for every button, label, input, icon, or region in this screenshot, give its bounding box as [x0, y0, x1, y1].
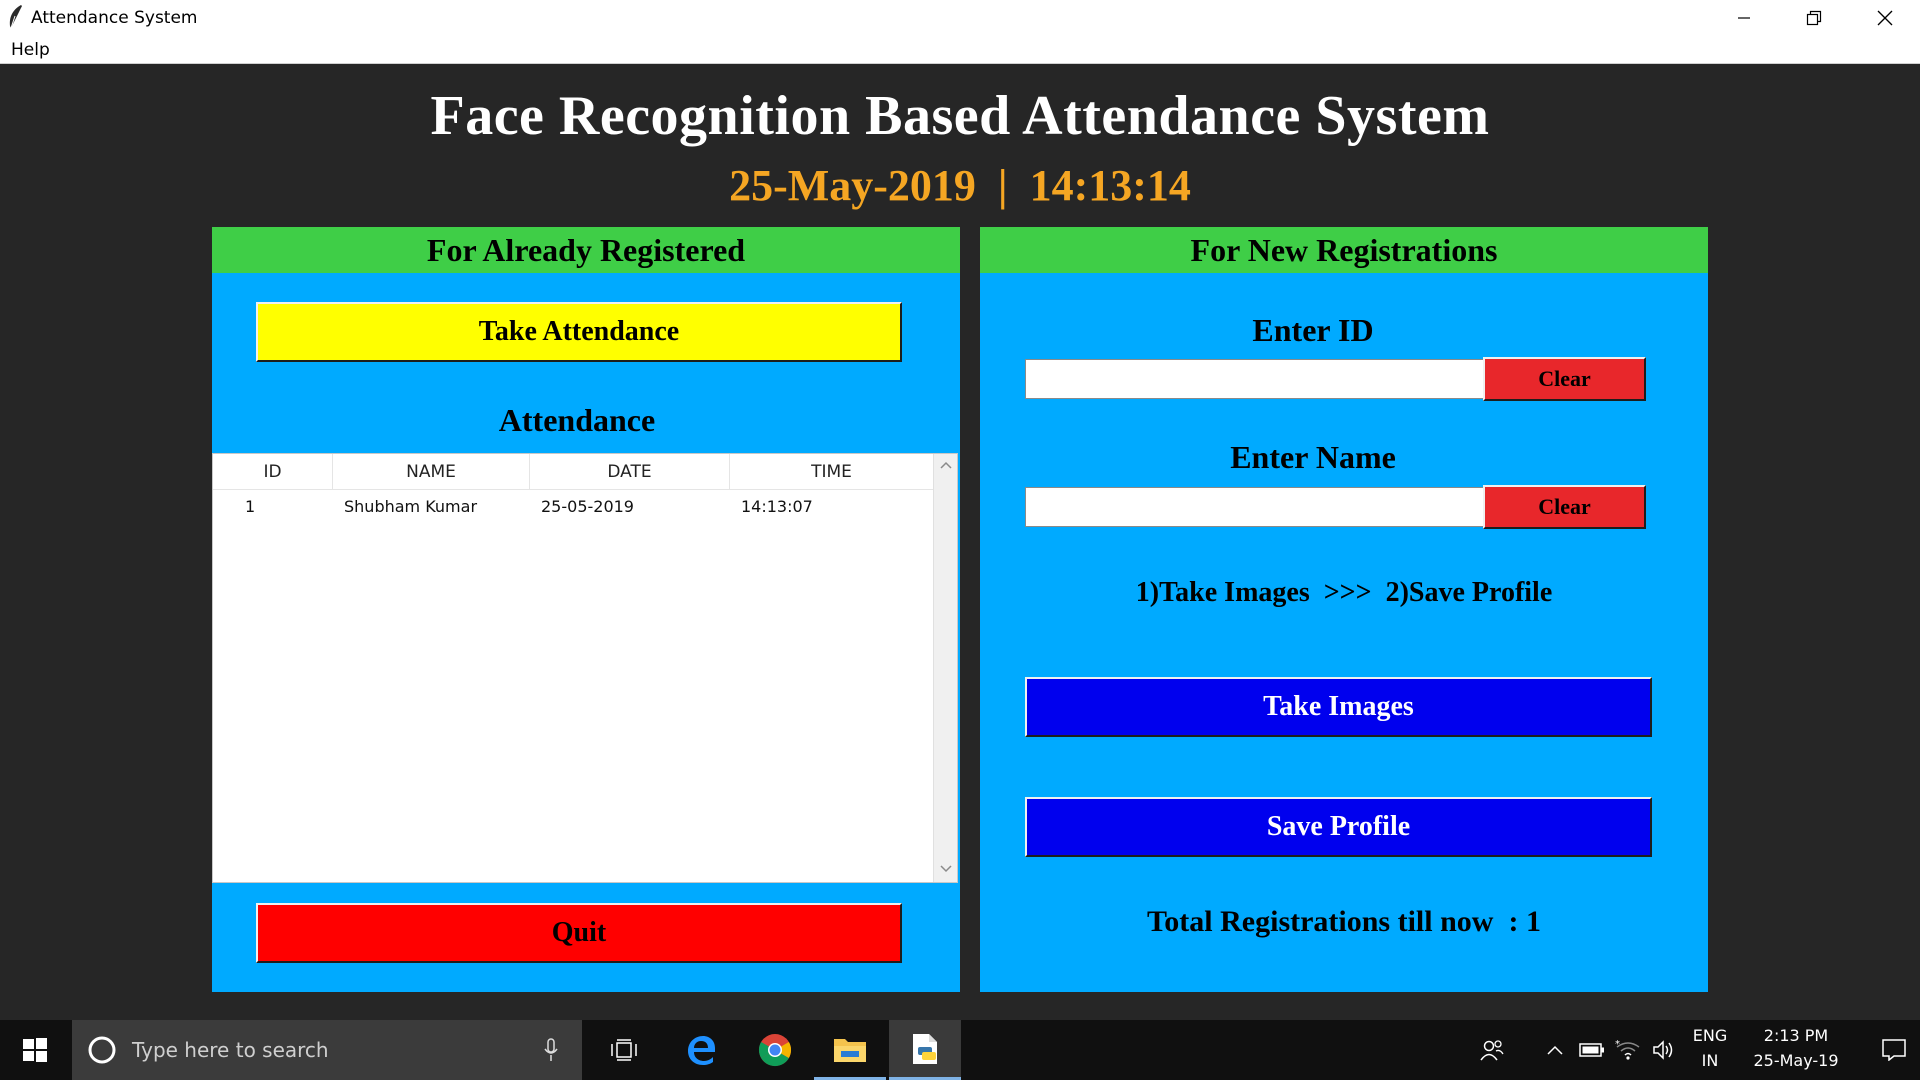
- save-profile-button[interactable]: Save Profile: [1025, 797, 1652, 857]
- language-code: ENG: [1692, 1026, 1728, 1045]
- new-registration-panel-header: For New Registrations: [980, 227, 1708, 273]
- date-time-display: 25-May-2019 | 14:13:14: [0, 160, 1920, 211]
- battery-icon: [1579, 1043, 1604, 1057]
- column-header-name[interactable]: NAME: [333, 454, 530, 490]
- microphone-icon[interactable]: [544, 1038, 558, 1062]
- registered-panel-header: For Already Registered: [212, 227, 960, 273]
- column-header-id[interactable]: ID: [213, 454, 333, 490]
- wifi-icon: *: [1615, 1039, 1640, 1060]
- quit-button[interactable]: Quit: [256, 903, 902, 963]
- cell-id: 1: [245, 496, 256, 516]
- edge-app[interactable]: [665, 1020, 737, 1080]
- time-text: 14:13:14: [1029, 161, 1191, 210]
- start-button[interactable]: [0, 1020, 70, 1080]
- total-registrations-text: Total Registrations till now : 1: [1147, 905, 1541, 938]
- page-title: Face Recognition Based Attendance System: [430, 85, 1490, 147]
- column-header-time[interactable]: TIME: [730, 454, 933, 490]
- notification-icon: [1882, 1039, 1906, 1061]
- cortana-icon: [88, 1036, 116, 1064]
- table-header: ID NAME DATE TIME: [213, 454, 933, 490]
- clear-id-button[interactable]: Clear: [1483, 357, 1646, 401]
- task-view-button[interactable]: [588, 1020, 660, 1080]
- registered-panel: For Already Registered Take Attendance A…: [212, 227, 960, 992]
- clock-time: 2:13 PM: [1763, 1026, 1829, 1045]
- name-input[interactable]: [1025, 487, 1485, 527]
- new-registration-panel: For New Registrations Enter ID Clear Ent…: [980, 227, 1708, 992]
- enter-name-label: Enter Name: [1230, 439, 1396, 475]
- chevron-down-icon[interactable]: [939, 864, 953, 874]
- file-explorer-app[interactable]: [814, 1020, 886, 1080]
- people-icon: [1480, 1040, 1504, 1061]
- id-input[interactable]: [1025, 359, 1485, 399]
- clock-date: 25-May-19: [1753, 1051, 1839, 1070]
- cell-name: Shubham Kumar: [344, 496, 478, 516]
- taskbar-clock[interactable]: 2:13 PM 25-May-19: [1736, 1026, 1856, 1070]
- task-view-icon: [611, 1039, 637, 1061]
- python-file-icon: [913, 1033, 937, 1064]
- people-button[interactable]: [1466, 1020, 1518, 1080]
- clear-name-button[interactable]: Clear: [1483, 485, 1646, 529]
- taskbar: Type here to search * ENG IN 2:13 PM 25-…: [0, 1020, 1920, 1080]
- folder-icon: [834, 1038, 866, 1062]
- chevron-up-icon: [1547, 1045, 1563, 1055]
- menu-bar: Help: [0, 36, 1920, 64]
- python-app[interactable]: [889, 1020, 961, 1080]
- take-attendance-button[interactable]: Take Attendance: [256, 302, 902, 362]
- table-row[interactable]: 1 Shubham Kumar 25-05-2019 14:13:07: [213, 490, 933, 522]
- cell-date: 25-05-2019: [541, 496, 634, 516]
- minimize-button[interactable]: [1709, 0, 1779, 36]
- attendance-heading: Attendance: [498, 402, 656, 438]
- action-center-button[interactable]: [1868, 1020, 1920, 1080]
- chrome-app[interactable]: [739, 1020, 811, 1080]
- region-code: IN: [1701, 1051, 1719, 1070]
- menu-item-help[interactable]: Help: [11, 39, 50, 61]
- svg-text:*: *: [1615, 1039, 1620, 1050]
- date-time-separator: |: [997, 161, 1008, 210]
- feather-icon: [9, 5, 22, 29]
- edge-icon: [688, 1036, 715, 1065]
- chevron-up-icon[interactable]: [939, 460, 953, 470]
- registration-steps-text: 1)Take Images >>> 2)Save Profile: [1135, 577, 1553, 608]
- title-bar: Attendance System: [0, 0, 1920, 36]
- restore-button[interactable]: [1779, 0, 1849, 36]
- attendance-table: ID NAME DATE TIME 1 Shubham Kumar 25-05-…: [212, 453, 958, 883]
- date-text: 25-May-2019: [729, 161, 976, 210]
- chrome-icon: [758, 1034, 792, 1067]
- close-button[interactable]: [1850, 0, 1920, 36]
- windows-logo-icon: [23, 1038, 47, 1062]
- cell-time: 14:13:07: [741, 496, 813, 516]
- taskbar-search-box[interactable]: Type here to search: [72, 1020, 582, 1080]
- enter-id-label: Enter ID: [1252, 312, 1374, 348]
- search-placeholder: Type here to search: [132, 1038, 329, 1062]
- take-images-button[interactable]: Take Images: [1025, 677, 1652, 737]
- table-scrollbar[interactable]: [933, 454, 957, 882]
- close-icon: [1877, 10, 1893, 26]
- window-title: Attendance System: [31, 8, 198, 28]
- restore-icon: [1806, 10, 1822, 26]
- column-header-date[interactable]: DATE: [530, 454, 730, 490]
- minimize-icon: [1738, 17, 1750, 19]
- language-indicator[interactable]: ENG IN: [1680, 1026, 1740, 1070]
- speaker-icon: [1653, 1040, 1673, 1060]
